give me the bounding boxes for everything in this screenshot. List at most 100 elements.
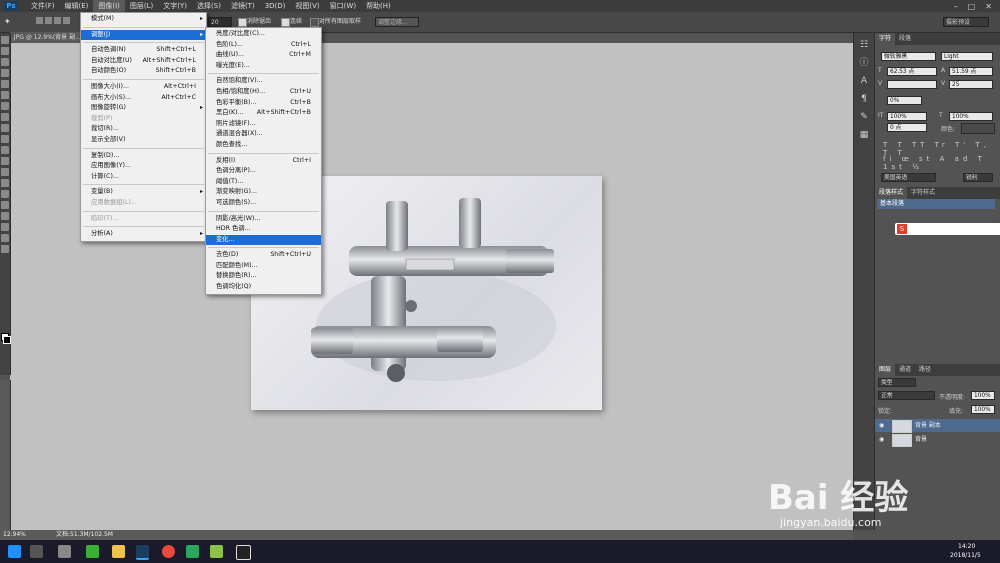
tab-character-styles[interactable]: 字符样式 bbox=[907, 187, 939, 199]
zoom-tool-icon[interactable] bbox=[1, 245, 9, 253]
menu-image[interactable]: 图像(I) bbox=[93, 0, 125, 12]
image-menu-item[interactable]: 调整(J) bbox=[81, 29, 206, 41]
menu-select[interactable]: 选择(S) bbox=[192, 0, 226, 12]
menu-type[interactable]: 文字(Y) bbox=[158, 0, 192, 12]
type-style-buttons[interactable]: T T TT Tr T' T, T T bbox=[883, 141, 995, 157]
marquee-tool-icon[interactable] bbox=[1, 47, 9, 55]
paragraph-style-item[interactable]: 基本段落 bbox=[877, 199, 995, 209]
clock-date[interactable]: 2018/11/5 bbox=[950, 552, 981, 559]
adjust-menu-item[interactable]: 自然饱和度(V)... bbox=[206, 76, 321, 87]
leading-input[interactable]: 51.59 点 bbox=[949, 67, 993, 76]
gradient-tool-icon[interactable] bbox=[1, 157, 9, 165]
zoom-level[interactable]: 12.94% bbox=[3, 530, 26, 540]
adjust-menu-item[interactable]: 黑白(K)... Alt+Shift+Ctrl+B bbox=[206, 108, 321, 119]
swatches-icon[interactable]: ▦ bbox=[858, 129, 870, 141]
horizontal-scale-input[interactable]: 100% bbox=[949, 112, 993, 121]
background-color-swatch[interactable] bbox=[3, 336, 11, 344]
magic-wand-icon[interactable]: ✦ bbox=[4, 17, 14, 27]
dodge-tool-icon[interactable] bbox=[1, 179, 9, 187]
layer-row[interactable]: ◉ 背景 副本 bbox=[875, 419, 1000, 433]
qq-icon[interactable] bbox=[236, 545, 251, 560]
app-icon[interactable] bbox=[58, 545, 71, 558]
image-menu-item[interactable]: 自动色调(N) Shift+Ctrl+L bbox=[81, 45, 206, 56]
layer-filter-select[interactable]: 类型 bbox=[878, 378, 916, 387]
brush-tool-icon[interactable] bbox=[1, 113, 9, 121]
pen-tool-icon[interactable] bbox=[1, 190, 9, 198]
eyedropper-tool-icon[interactable] bbox=[1, 91, 9, 99]
adjust-menu-item[interactable]: 阴影/高光(W)... bbox=[206, 214, 321, 225]
tab-paragraph[interactable]: 段落 bbox=[895, 33, 915, 45]
layer-row[interactable]: ◉ 背景 bbox=[875, 433, 1000, 447]
eraser-tool-icon[interactable] bbox=[1, 146, 9, 154]
task-view-icon[interactable] bbox=[30, 545, 43, 558]
eye-icon[interactable]: ◉ bbox=[879, 433, 884, 446]
image-menu-item[interactable]: 变量(B) bbox=[81, 187, 206, 198]
adjust-menu-item[interactable]: 色调分离(P)... bbox=[206, 166, 321, 177]
text-tool-icon[interactable] bbox=[1, 201, 9, 209]
app2-icon[interactable] bbox=[210, 545, 223, 558]
adjust-menu-item[interactable]: 色相/饱和度(H)... Ctrl+U bbox=[206, 87, 321, 98]
paragraph-panel-icon[interactable]: ¶ bbox=[858, 93, 870, 105]
file-explorer-icon[interactable] bbox=[112, 545, 125, 558]
menu-file[interactable]: 文件(F) bbox=[26, 0, 60, 12]
menu-edit[interactable]: 编辑(E) bbox=[60, 0, 94, 12]
image-menu-item[interactable]: 显示全部(V) bbox=[81, 135, 206, 146]
image-menu-item[interactable]: 自动对比度(U) Alt+Shift+Ctrl+L bbox=[81, 56, 206, 67]
menu-window[interactable]: 窗口(W) bbox=[325, 0, 361, 12]
sample-all-checkbox[interactable] bbox=[310, 18, 319, 27]
antialias-select[interactable]: 锐利 bbox=[963, 173, 993, 182]
contiguous-checkbox[interactable] bbox=[281, 18, 290, 27]
adjust-menu-item[interactable]: HDR 色调... bbox=[206, 224, 321, 235]
adjust-menu-item[interactable]: 曲线(U)... Ctrl+M bbox=[206, 50, 321, 61]
adjust-menu-item[interactable]: 可选颜色(S)... bbox=[206, 198, 321, 209]
move-tool-icon[interactable] bbox=[1, 36, 9, 44]
image-menu-item[interactable]: 画布大小(S)... Alt+Ctrl+C bbox=[81, 93, 206, 104]
tab-channels[interactable]: 通道 bbox=[895, 364, 915, 376]
adjust-menu-item[interactable]: 去色(D) Shift+Ctrl+U bbox=[206, 250, 321, 261]
antialias-checkbox[interactable] bbox=[238, 18, 247, 27]
text-color-swatch[interactable] bbox=[961, 123, 995, 134]
refine-edge-button[interactable]: 调整边缘... bbox=[375, 17, 419, 27]
font-size-input[interactable]: 62.53 点 bbox=[887, 67, 937, 76]
wechat-icon[interactable] bbox=[86, 545, 99, 558]
adjust-menu-item[interactable]: 色阶(L)... Ctrl+L bbox=[206, 40, 321, 51]
adjust-menu-item[interactable]: 反相(I) Ctrl+I bbox=[206, 156, 321, 167]
menu-help[interactable]: 帮助(H) bbox=[361, 0, 396, 12]
image-menu-item[interactable]: 计算(C)... bbox=[81, 172, 206, 183]
tab-paragraph-styles[interactable]: 段落样式 bbox=[875, 187, 908, 199]
adjust-menu-item[interactable]: 照片滤镜(F)... bbox=[206, 119, 321, 130]
adjust-menu-item[interactable]: 曝光度(E)... bbox=[206, 61, 321, 72]
image-menu-item[interactable]: 裁切(R)... bbox=[81, 124, 206, 135]
vertical-scale-input[interactable]: 100% bbox=[887, 112, 927, 121]
sogou-ime-icon[interactable]: S bbox=[897, 224, 907, 234]
image-menu-item[interactable]: 自动颜色(O) Shift+Ctrl+B bbox=[81, 66, 206, 77]
adjust-menu-item[interactable]: 匹配颜色(M)... bbox=[206, 261, 321, 272]
healing-tool-icon[interactable] bbox=[1, 102, 9, 110]
adjust-menu-item[interactable]: 通道混合器(X)... bbox=[206, 129, 321, 140]
baseline-shift-input[interactable]: 0 点 bbox=[887, 123, 927, 132]
chrome-icon[interactable] bbox=[162, 545, 175, 558]
tab-character[interactable]: 字符 bbox=[875, 33, 896, 45]
adjust-menu-item[interactable]: 阈值(T)... bbox=[206, 177, 321, 188]
menu-3d[interactable]: 3D(D) bbox=[260, 0, 291, 12]
clock-time[interactable]: 14:20 bbox=[958, 543, 975, 550]
opentype-buttons[interactable]: fi œ st A ad T 1st ½ bbox=[883, 155, 995, 171]
tab-paths[interactable]: 路径 bbox=[915, 364, 935, 376]
menu-layer[interactable]: 图层(L) bbox=[125, 0, 158, 12]
image-menu-item[interactable]: 模式(M) bbox=[81, 14, 206, 25]
opacity-input[interactable]: 100% bbox=[971, 391, 995, 400]
minimize-icon[interactable]: – bbox=[954, 2, 958, 11]
stamp-tool-icon[interactable] bbox=[1, 124, 9, 132]
ime-toolbar[interactable]: S bbox=[895, 223, 1000, 235]
image-menu-item[interactable]: 图像大小(I)... Alt+Ctrl+I bbox=[81, 82, 206, 93]
tolerance-input[interactable]: 20 bbox=[208, 17, 232, 27]
photoshop-task-icon[interactable] bbox=[136, 545, 149, 560]
adjust-menu-item[interactable]: 颜色查找... bbox=[206, 140, 321, 151]
history-brush-tool-icon[interactable] bbox=[1, 135, 9, 143]
adjust-menu-item[interactable]: 色彩平衡(B)... Ctrl+B bbox=[206, 98, 321, 109]
hand-tool-icon[interactable] bbox=[1, 234, 9, 242]
doc-info[interactable]: 文档:51.3M/102.5M bbox=[56, 530, 113, 540]
eye-icon[interactable]: ◉ bbox=[879, 419, 884, 432]
menu-view[interactable]: 视图(V) bbox=[290, 0, 324, 12]
kerning-input[interactable] bbox=[887, 80, 937, 89]
